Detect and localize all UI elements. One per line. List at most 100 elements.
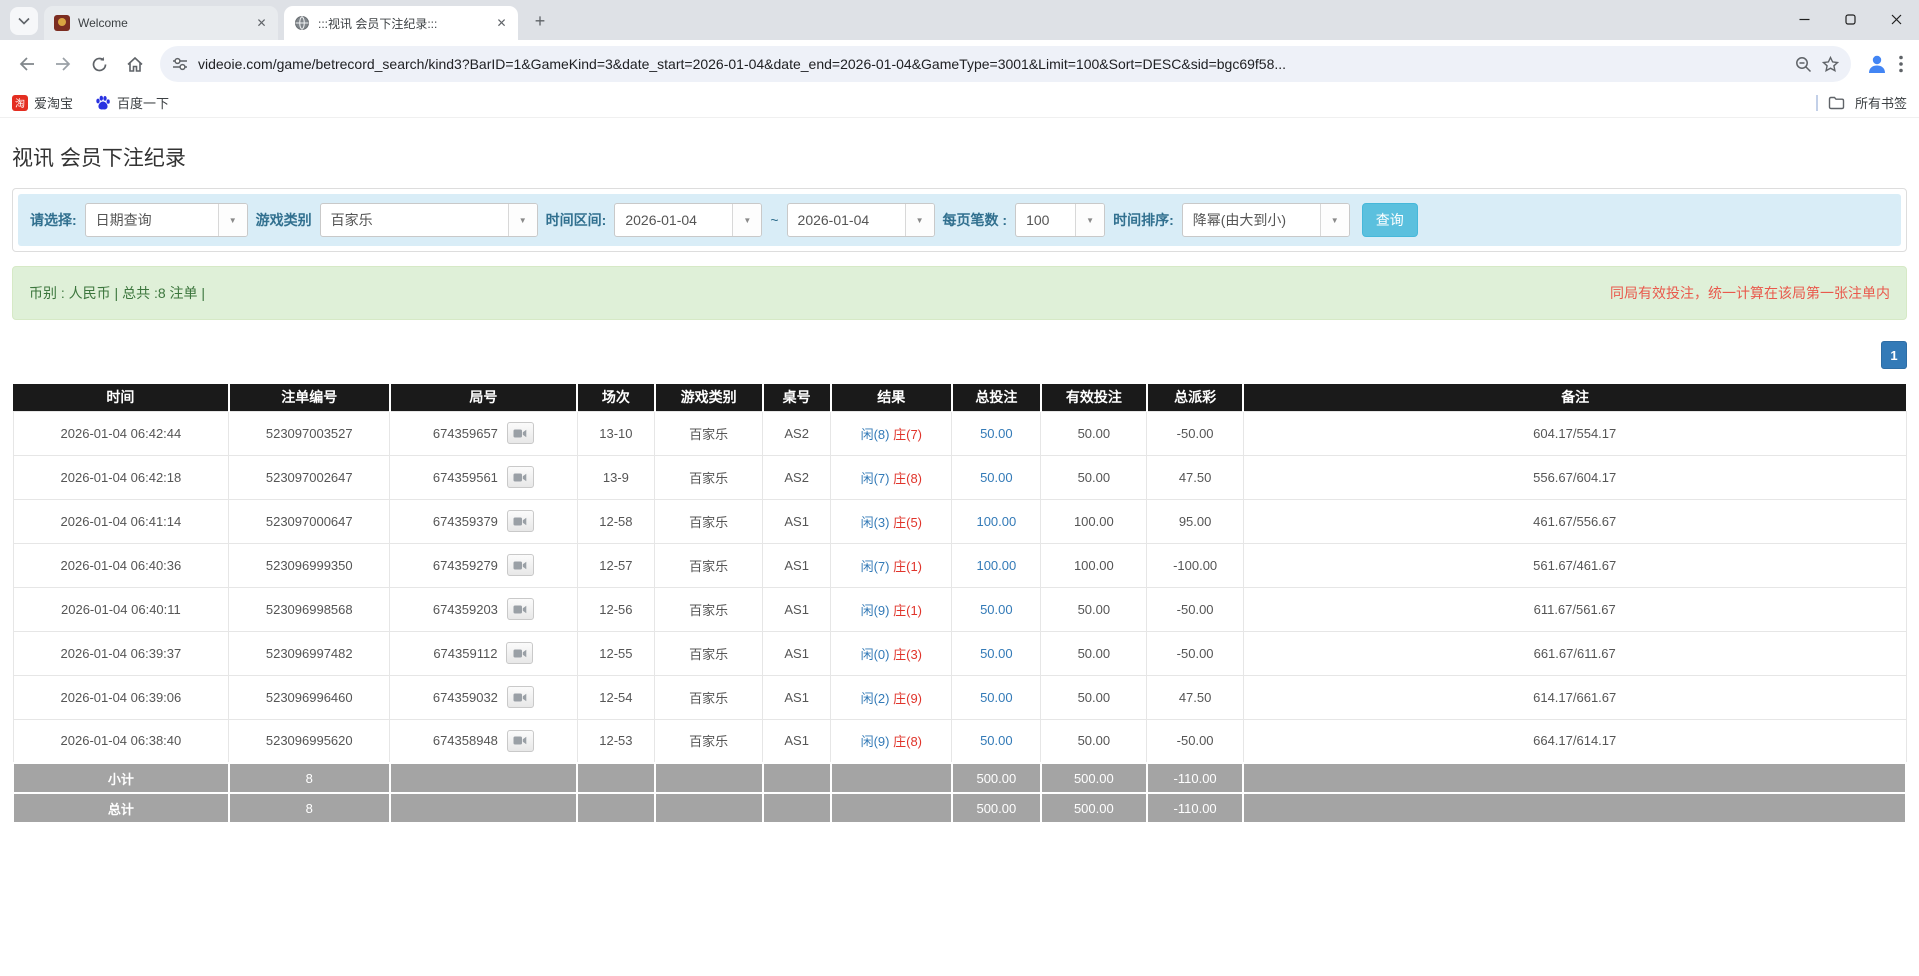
table-row: 2026-01-04 06:42:18523097002647674359561… <box>13 455 1906 499</box>
select-type-label: 请选择: <box>30 210 77 230</box>
chevron-down-icon: ▼ <box>732 204 761 236</box>
round-number-text: 674359561 <box>433 470 498 485</box>
cell-round-number: 674359112 <box>390 631 577 675</box>
video-camera-icon <box>513 735 527 746</box>
date-end-select[interactable]: 2026-01-04 ▼ <box>787 203 935 237</box>
cell-result: 闲(7) 庄(1) <box>831 543 952 587</box>
bookmark-baidu[interactable]: 百度一下 <box>95 93 169 112</box>
cell-session: 12-56 <box>577 587 655 631</box>
date-start-select[interactable]: 2026-01-04 ▼ <box>614 203 762 237</box>
taobao-icon: 淘 <box>12 95 28 111</box>
cell-session: 12-53 <box>577 719 655 763</box>
close-tab-icon[interactable]: ✕ <box>493 15 510 32</box>
total-bet-link[interactable]: 50.00 <box>980 470 1013 485</box>
video-replay-button[interactable] <box>507 422 534 444</box>
video-replay-button[interactable] <box>507 510 534 532</box>
cell-game-kind: 百家乐 <box>655 587 763 631</box>
reload-button[interactable] <box>82 47 116 81</box>
back-button[interactable] <box>10 47 44 81</box>
date-end-value: 2026-01-04 <box>788 204 905 236</box>
close-window-button[interactable] <box>1873 0 1919 38</box>
chevron-down-icon: ▼ <box>1075 204 1104 236</box>
minimize-button[interactable] <box>1781 0 1827 38</box>
date-start-value: 2026-01-04 <box>615 204 732 236</box>
valid-bet-note: 同局有效投注，统一计算在该局第一张注单内 <box>1610 283 1890 303</box>
menu-kebab-icon[interactable] <box>1899 55 1903 73</box>
result-banker: 庄(7) <box>893 427 922 442</box>
bet-table: 时间注单编号局号场次游戏类别桌号结果总投注有效投注总派彩备注 2026-01-0… <box>12 384 1907 824</box>
video-replay-button[interactable] <box>507 466 534 488</box>
bookmark-label: 百度一下 <box>117 93 169 112</box>
total-bet-link[interactable]: 50.00 <box>980 646 1013 661</box>
total-bet-link[interactable]: 50.00 <box>980 690 1013 705</box>
query-type-select[interactable]: 日期查询 ▼ <box>85 203 248 237</box>
column-header: 桌号 <box>763 384 831 411</box>
total-bet-link[interactable]: 100.00 <box>976 558 1016 573</box>
close-tab-icon[interactable]: ✕ <box>253 15 270 32</box>
video-replay-button[interactable] <box>506 642 533 664</box>
all-bookmarks[interactable]: 所有书签 <box>1816 93 1907 112</box>
pagination: 1 <box>12 341 1907 369</box>
site-info-icon[interactable] <box>172 57 188 71</box>
home-button[interactable] <box>118 47 152 81</box>
cell-remark: 614.17/661.67 <box>1243 675 1906 719</box>
maximize-button[interactable] <box>1827 0 1873 38</box>
video-replay-button[interactable] <box>507 686 534 708</box>
result-banker: 庄(3) <box>893 647 922 662</box>
total-bet-link[interactable]: 50.00 <box>980 602 1013 617</box>
video-camera-icon <box>513 604 527 615</box>
chevron-down-icon: ▼ <box>508 204 537 236</box>
filter-bar: 请选择: 日期查询 ▼ 游戏类别 百家乐 ▼ 时间区间: 2026-01-04 … <box>18 194 1901 246</box>
footer-total-bet: 500.00 <box>952 793 1041 823</box>
tab-strip: Welcome ✕ :::视讯 会员下注纪录::: ✕ + <box>0 0 1919 40</box>
tab-betrecord[interactable]: :::视讯 会员下注纪录::: ✕ <box>284 6 518 40</box>
address-bar[interactable]: videoie.com/game/betrecord_search/kind3?… <box>160 46 1851 82</box>
cell-bet-id: 523097002647 <box>229 455 390 499</box>
video-replay-button[interactable] <box>507 598 534 620</box>
game-kind-select[interactable]: 百家乐 ▼ <box>320 203 538 237</box>
per-page-label: 每页笔数 : <box>943 210 1008 230</box>
tab-search-button[interactable] <box>10 7 38 35</box>
cell-payout: -50.00 <box>1147 631 1244 675</box>
sort-select[interactable]: 降幂(由大到小) ▼ <box>1182 203 1350 237</box>
zoom-out-icon[interactable] <box>1795 56 1812 73</box>
per-page-select[interactable]: 100 ▼ <box>1015 203 1105 237</box>
bookmarks-bar: 淘 爱淘宝 百度一下 所有书签 <box>0 88 1919 118</box>
video-replay-button[interactable] <box>507 730 534 752</box>
bookmark-star-icon[interactable] <box>1822 56 1839 72</box>
all-bookmarks-label: 所有书签 <box>1855 93 1907 112</box>
video-camera-icon <box>513 560 527 571</box>
video-replay-button[interactable] <box>507 554 534 576</box>
cell-round-number: 674359379 <box>390 499 577 543</box>
new-tab-button[interactable]: + <box>526 7 554 35</box>
footer-empty <box>831 763 952 793</box>
cell-table-number: AS1 <box>763 499 831 543</box>
cell-bet-id: 523096998568 <box>229 587 390 631</box>
cell-result: 闲(9) 庄(1) <box>831 587 952 631</box>
page-1-button[interactable]: 1 <box>1881 341 1907 369</box>
tab-welcome[interactable]: Welcome ✕ <box>44 6 278 40</box>
cell-remark: 461.67/556.67 <box>1243 499 1906 543</box>
cell-session: 12-57 <box>577 543 655 587</box>
total-bet-link[interactable]: 50.00 <box>980 733 1013 748</box>
page-title: 视讯 会员下注纪录 <box>12 142 1907 172</box>
footer-row: 小计8500.00500.00-110.00 <box>13 763 1906 793</box>
bookmark-taobao[interactable]: 淘 爱淘宝 <box>12 93 73 112</box>
forward-button[interactable] <box>46 47 80 81</box>
total-bet-link[interactable]: 50.00 <box>980 426 1013 441</box>
back-arrow-icon <box>18 56 36 72</box>
search-button[interactable]: 查询 <box>1362 203 1418 237</box>
total-bet-link[interactable]: 100.00 <box>976 514 1016 529</box>
cell-result: 闲(9) 庄(8) <box>831 719 952 763</box>
globe-icon <box>294 15 310 31</box>
result-player: 闲(7) <box>861 559 890 574</box>
table-row: 2026-01-04 06:40:36523096999350674359279… <box>13 543 1906 587</box>
cell-session: 12-58 <box>577 499 655 543</box>
cell-result: 闲(2) 庄(9) <box>831 675 952 719</box>
cell-round-number: 674359657 <box>390 411 577 455</box>
chevron-down-icon: ▼ <box>905 204 934 236</box>
profile-avatar-icon[interactable] <box>1865 52 1889 76</box>
footer-valid-bet: 500.00 <box>1041 793 1147 823</box>
result-banker: 庄(9) <box>893 691 922 706</box>
footer-remark <box>1243 793 1906 823</box>
